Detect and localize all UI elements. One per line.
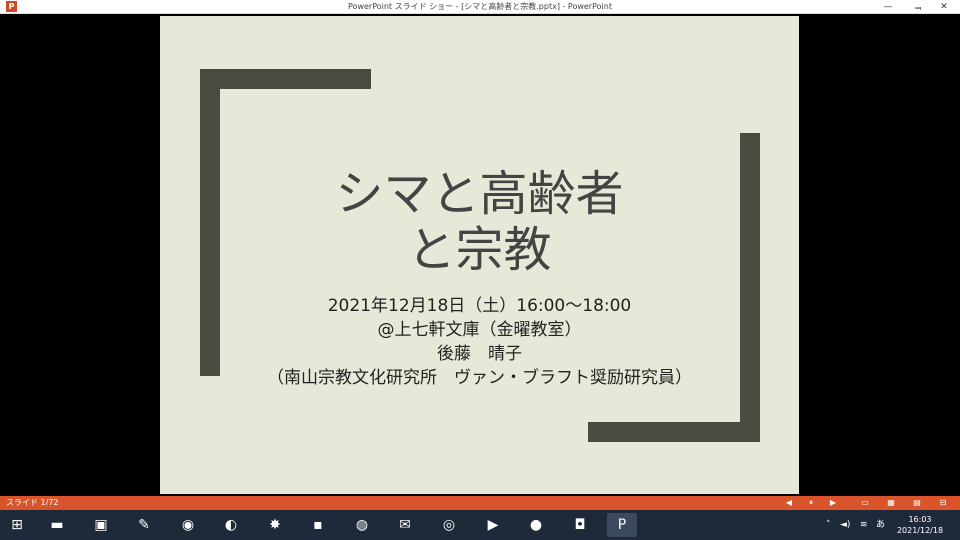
video-app-icon[interactable]: ◘ [565, 513, 595, 537]
slideshow-view-icon[interactable]: ⊟ [938, 498, 948, 508]
media-app-icon[interactable]: ◎ [434, 513, 464, 537]
edge-icon[interactable]: ◐ [216, 513, 246, 537]
slide-title-line: シマと高齢者 [335, 166, 624, 222]
volume-icon[interactable]: ◄) [840, 510, 850, 540]
slide-title: シマと高齢者 と宗教 [160, 166, 799, 278]
tray-chevron-icon[interactable]: ˄ [826, 510, 831, 540]
pen-app-icon[interactable]: ✎ [129, 513, 159, 537]
slide-subtitle: 2021年12月18日（土）16:00～18:00 @上七軒文庫（金曜教室） 後… [160, 294, 799, 390]
taskbar: ⊞ ▬ ▣ ✎ ◉ ◐ ✸ ▪ ◍ ✉ ◎ ▶ ● ◘ P ˄ ◄) ≋ あ 1… [0, 510, 960, 540]
subtitle-line: 2021年12月18日（土）16:00～18:00 [327, 296, 632, 316]
clock-date: 2021/12/18 [896, 526, 944, 535]
slide-title-line: と宗教 [407, 222, 552, 278]
ime-icon[interactable]: あ [876, 510, 885, 540]
gear-app-icon[interactable]: ✸ [260, 513, 290, 537]
file-explorer-icon[interactable]: ▬ [42, 513, 72, 537]
app-icon[interactable]: ▪ [303, 513, 333, 537]
clock[interactable]: 16:03 2021/12/18 [890, 514, 950, 536]
slide-sorter-icon[interactable]: ▦ [886, 498, 896, 508]
minimize-button[interactable]: — [876, 0, 900, 14]
next-icon[interactable]: ▶ [828, 498, 838, 508]
monitor-app-icon[interactable]: ▣ [86, 513, 116, 537]
subtitle-line: 後藤 晴子 [437, 344, 522, 364]
outlook-icon[interactable]: ✉ [390, 513, 420, 537]
window-title: PowerPoint スライド ショー - [シマと高齢者と宗教.pptx] -… [348, 2, 612, 11]
previous-icon[interactable]: ◀ [784, 498, 794, 508]
wifi-icon[interactable]: ≋ [860, 510, 868, 540]
clock-time: 16:03 [908, 515, 932, 524]
powerpoint-taskbar-icon[interactable]: P [607, 513, 637, 537]
subtitle-line: （南山宗教文化研究所 ヴァン・ブラフト奨励研究員） [267, 368, 692, 388]
chrome-icon[interactable]: ◉ [173, 513, 203, 537]
close-button[interactable]: ✕ [932, 0, 956, 14]
normal-view-icon[interactable]: ▭ [860, 498, 870, 508]
status-bar: スライド 1/72 ◀ ⏸ ▶ ▭ ▦ ▤ ⊟ [0, 496, 960, 510]
bracket-left-top [200, 69, 371, 89]
pause-icon[interactable]: ⏸ [806, 498, 816, 508]
bracket-right-bottom [588, 422, 760, 442]
window-titlebar: P PowerPoint スライド ショー - [シマと高齢者と宗教.pptx]… [0, 0, 960, 14]
zoom-icon[interactable]: ▶ [478, 513, 508, 537]
subtitle-line: @上七軒文庫（金曜教室） [377, 320, 582, 340]
line-icon[interactable]: ● [521, 513, 551, 537]
disc-app-icon[interactable]: ◍ [347, 513, 377, 537]
slide-counter: スライド 1/72 [6, 498, 59, 507]
slide[interactable]: シマと高齢者 と宗教 2021年12月18日（土）16:00～18:00 @上七… [160, 16, 799, 494]
reading-view-icon[interactable]: ▤ [912, 498, 922, 508]
restore-button[interactable]: ᆿ [906, 0, 930, 14]
windows-start-icon[interactable]: ⊞ [2, 513, 32, 537]
slideshow-stage[interactable]: シマと高齢者 と宗教 2021年12月18日（土）16:00～18:00 @上七… [0, 14, 960, 496]
